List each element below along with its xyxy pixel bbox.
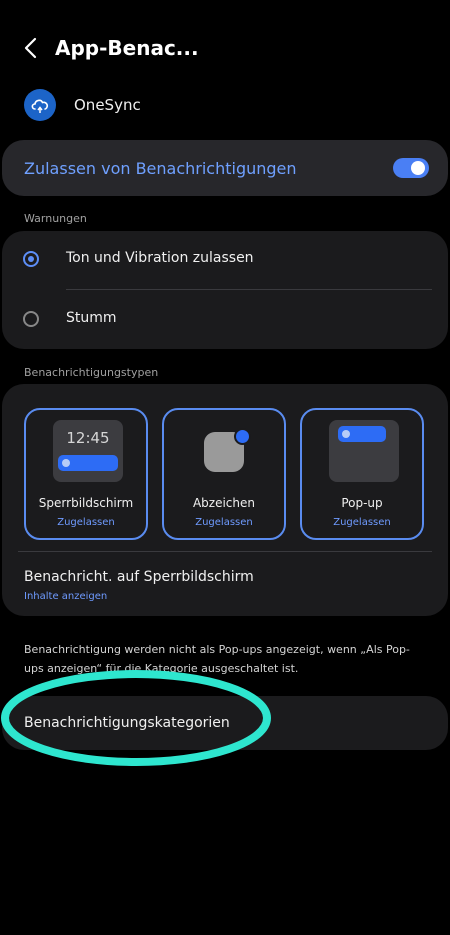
notification-types-card: 12:45 Sperrbildschirm Zugelassen Abzeich… bbox=[2, 384, 448, 616]
lockscreen-notifications-title[interactable]: Benachricht. auf Sperrbildschirm bbox=[24, 569, 254, 585]
tile-label: Abzeichen bbox=[192, 496, 256, 510]
popup-preview-icon bbox=[329, 420, 399, 482]
toggle-knob bbox=[411, 161, 425, 175]
alert-option-mute[interactable]: Stumm bbox=[2, 296, 448, 346]
notification-types-section-label: Benachrichtigungstypen bbox=[24, 366, 159, 379]
popup-info-text: Benachrichtigung werden nicht als Pop-up… bbox=[24, 643, 410, 675]
notification-categories-label: Benachrichtigungskategorien bbox=[24, 715, 230, 731]
app-info-row: OneSync bbox=[0, 85, 450, 125]
notification-bar bbox=[58, 455, 118, 471]
app-name: OneSync bbox=[74, 96, 141, 114]
tile-label: Sperrbildschirm bbox=[38, 496, 134, 510]
notification-categories-row[interactable]: Benachrichtigungskategorien bbox=[2, 696, 448, 750]
notification-dot bbox=[342, 430, 350, 438]
divider bbox=[66, 289, 432, 290]
badge-dot-icon bbox=[234, 428, 251, 445]
alerts-section-label: Warnungen bbox=[24, 212, 87, 225]
tile-lock-screen[interactable]: 12:45 Sperrbildschirm Zugelassen bbox=[24, 408, 148, 540]
page-title: App-Benac... bbox=[55, 36, 199, 60]
cloud-sync-icon bbox=[24, 89, 56, 121]
radio-unselected-icon[interactable] bbox=[23, 311, 39, 327]
alert-option-sound-vibration[interactable]: Ton und Vibration zulassen bbox=[2, 236, 448, 286]
tile-status: Zugelassen bbox=[57, 517, 115, 528]
notification-dot bbox=[62, 459, 70, 467]
preview-time: 12:45 bbox=[66, 429, 110, 447]
tile-status: Zugelassen bbox=[195, 517, 253, 528]
alert-option-label: Ton und Vibration zulassen bbox=[66, 250, 254, 266]
allow-notifications-row[interactable]: Zulassen von Benachrichtigungen bbox=[2, 140, 448, 196]
divider bbox=[18, 551, 432, 552]
allow-notifications-label: Zulassen von Benachrichtigungen bbox=[24, 159, 297, 178]
top-app-bar: App-Benac... bbox=[0, 28, 450, 68]
tile-badge[interactable]: Abzeichen Zugelassen bbox=[162, 408, 286, 540]
alerts-card: Ton und Vibration zulassen Stumm bbox=[2, 231, 448, 349]
tile-label: Pop-up bbox=[341, 496, 383, 510]
alert-option-label: Stumm bbox=[66, 310, 117, 326]
back-button[interactable] bbox=[20, 34, 44, 62]
tile-popup[interactable]: Pop-up Zugelassen bbox=[300, 408, 424, 540]
tile-status: Zugelassen bbox=[333, 517, 391, 528]
allow-notifications-toggle[interactable] bbox=[393, 158, 429, 178]
lockscreen-notifications-subtitle: Inhalte anzeigen bbox=[24, 591, 108, 602]
lock-screen-preview-icon: 12:45 bbox=[53, 420, 123, 482]
radio-selected-icon[interactable] bbox=[23, 251, 39, 267]
notification-bar bbox=[338, 426, 386, 442]
chevron-left-icon bbox=[24, 37, 37, 59]
